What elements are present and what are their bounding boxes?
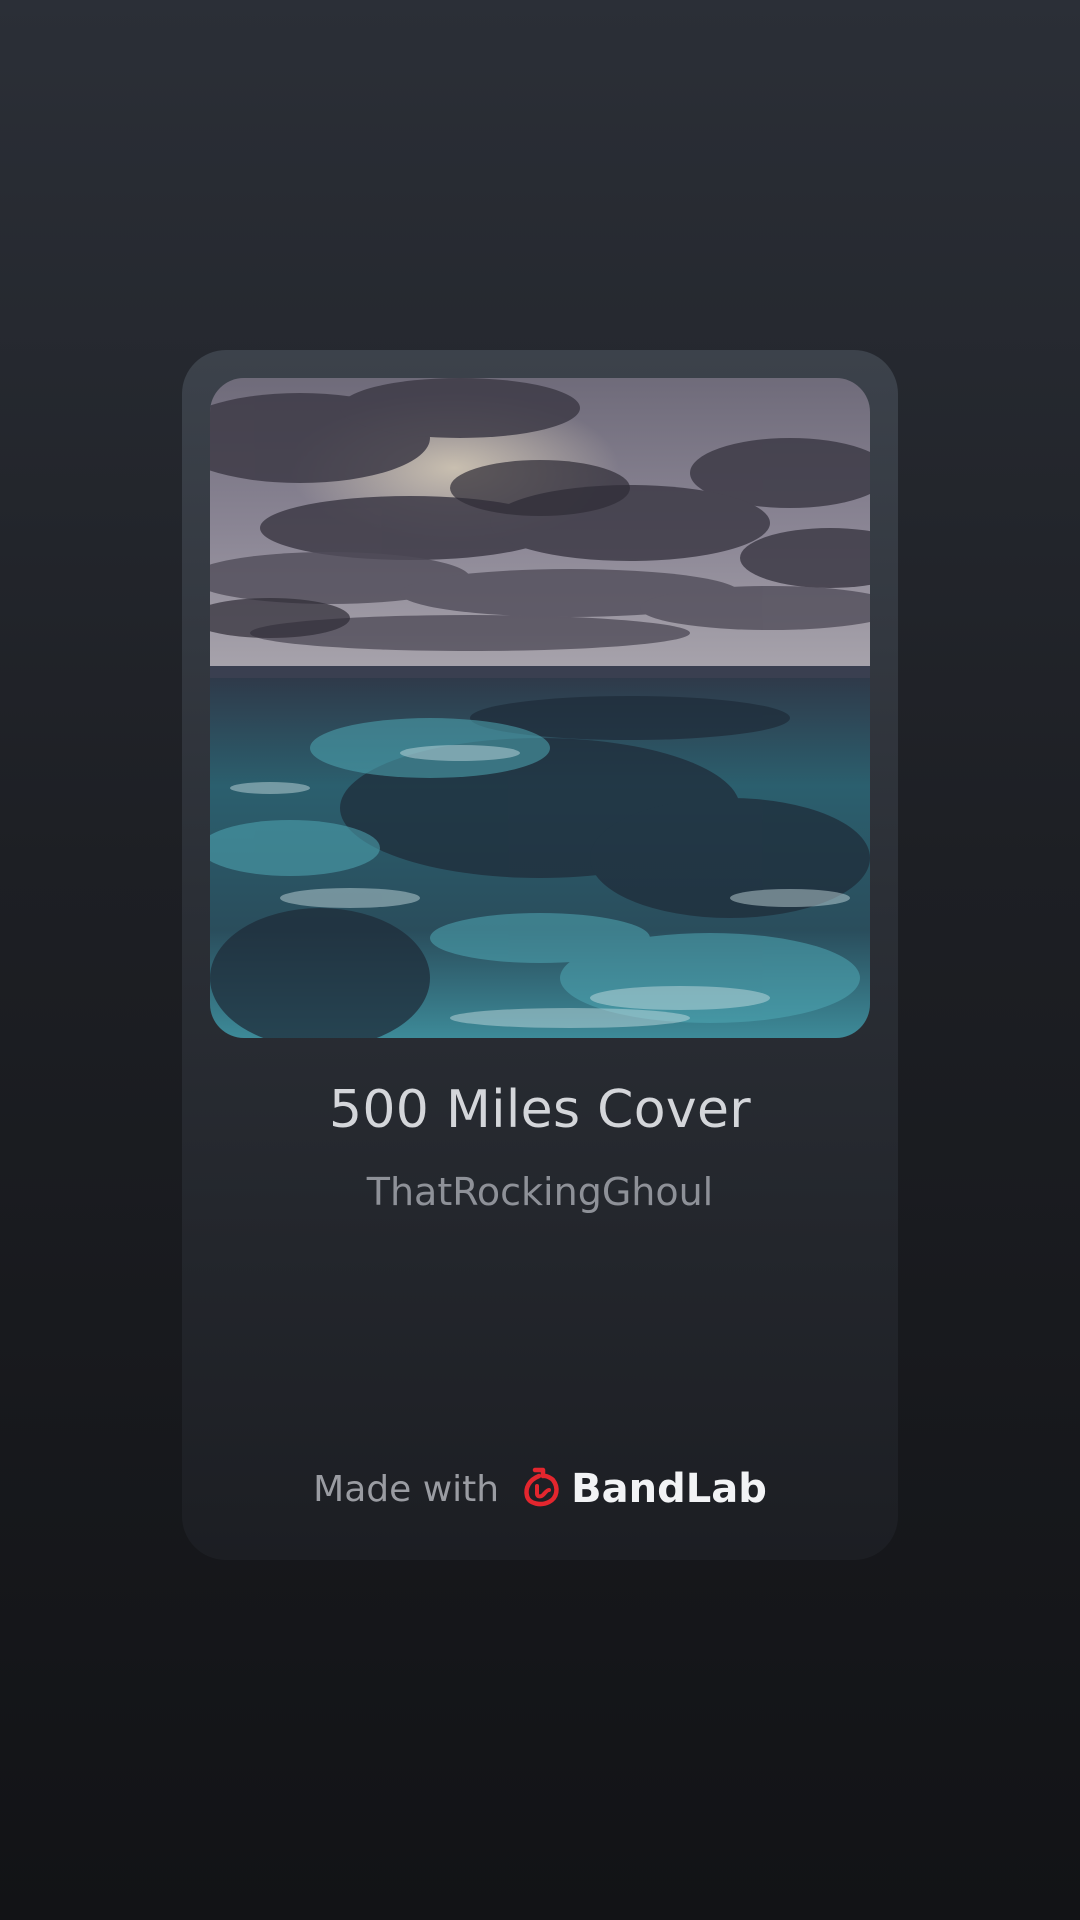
track-title: 500 Miles Cover [329,1080,751,1140]
bandlab-logo-icon [521,1466,563,1512]
cover-art-image [210,378,870,1038]
bandlab-wordmark: BandLab [571,1466,767,1512]
artist-name: ThatRockingGhoul [366,1170,714,1214]
bandlab-logo[interactable]: BandLab [521,1466,767,1512]
made-with-footer[interactable]: Made with BandLab [182,1466,898,1512]
made-with-label: Made with [313,1468,500,1510]
track-card: 500 Miles Cover ThatRockingGhoul Made wi… [182,350,898,1560]
